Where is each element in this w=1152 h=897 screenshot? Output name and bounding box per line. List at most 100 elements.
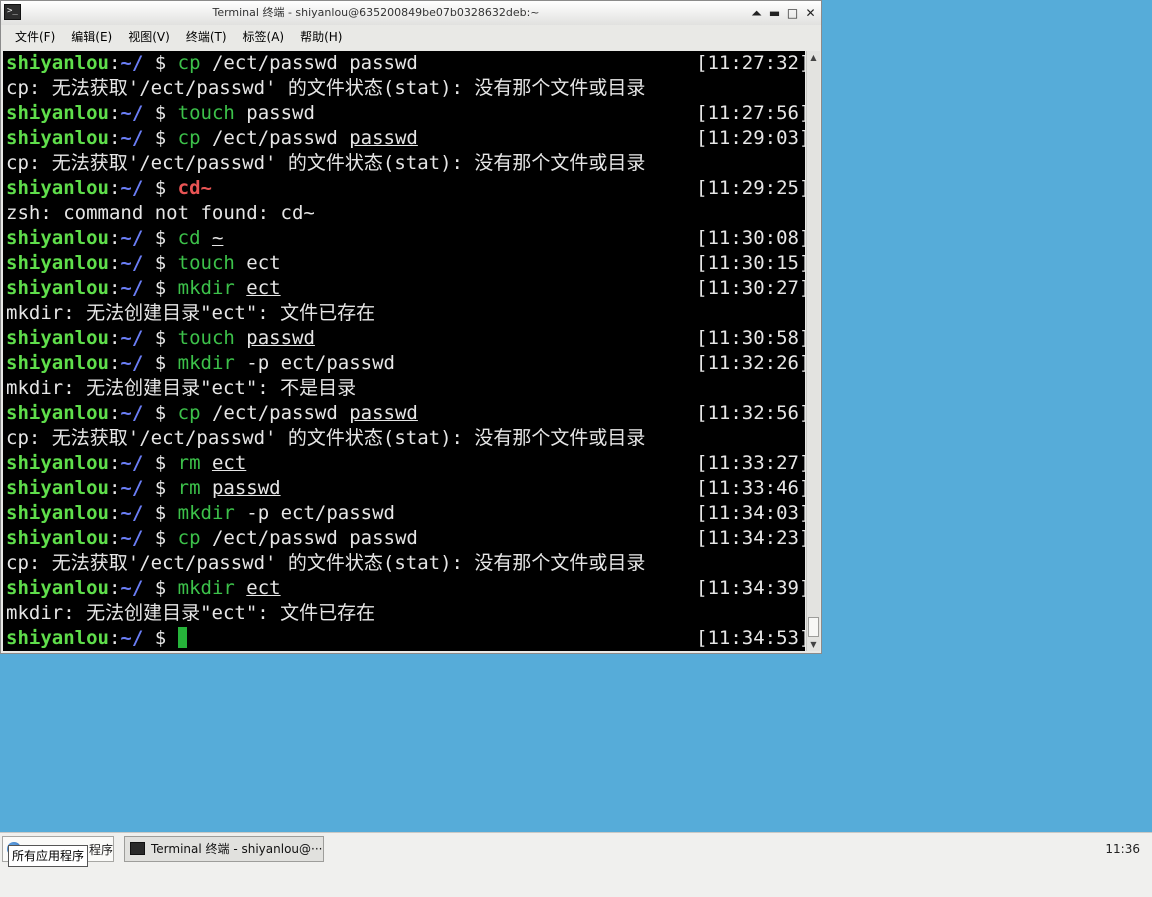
prompt-separator: : [108,527,121,549]
prompt-path: ~/ [120,627,144,649]
prompt-sign: $ [143,102,178,124]
terminal-output[interactable]: shiyanlou:~/ $ cp /ect/passwd passwd [11:… [3,51,805,651]
prompt-separator: : [108,277,121,299]
prompt-path: ~/ [120,452,144,474]
terminal-output-line: cp: 无法获取'/ect/passwd' 的文件状态(stat): 没有那个文… [3,76,805,101]
command-args: ect [234,252,281,274]
command-name: touch [177,252,235,274]
taskbar-item-terminal[interactable]: Terminal 终端 - shiyanlou@··· [124,836,324,862]
prompt-sign: $ [143,252,178,274]
command-path-arg: ect [211,452,247,474]
prompt-timestamp: [11:27:56] [696,102,805,124]
prompt-separator: : [108,52,121,74]
prompt-path: ~/ [120,527,144,549]
prompt-separator: : [108,252,121,274]
prompt-user: shiyanlou [6,402,109,424]
prompt-sign: $ [143,177,178,199]
output-text: zsh: command not found: cd~ [6,202,315,224]
prompt-timestamp: [11:30:58] [696,327,805,349]
command-name: cd~ [177,177,212,199]
maximize-button[interactable]: □ [784,4,801,22]
prompt-sign: $ [143,227,178,249]
output-text: mkdir: 无法创建目录"ect": 文件已存在 [6,602,376,624]
taskbar-item-label: Terminal 终端 - shiyanlou@··· [151,842,323,856]
terminal-prompt-line: shiyanlou:~/ $ mkdir -p ect/passwd [11:34… [3,501,805,526]
scroll-down-icon[interactable]: ▼ [807,638,820,651]
shade-button[interactable]: ⏶ [748,4,765,22]
command-name: touch [177,102,235,124]
terminal-prompt-line: shiyanlou:~/ $ cp /ect/passwd passwd [11:… [3,126,805,151]
terminal-output-line: mkdir: 无法创建目录"ect": 文件已存在 [3,601,805,626]
prompt-path: ~/ [120,327,144,349]
scrollbar-thumb[interactable] [808,617,819,637]
command-path-arg: passwd [211,477,281,499]
close-button[interactable]: ✕ [802,4,819,22]
prompt-timestamp: [11:33:46] [696,477,805,499]
prompt-separator: : [108,127,121,149]
terminal-window[interactable]: >_ Terminal 终端 - shiyanlou@635200849be07… [0,0,822,654]
applications-tooltip: 所有应用程序 [8,845,89,867]
menu-edit[interactable]: 编辑(E) [63,25,120,49]
vertical-scrollbar[interactable]: ▲ ▼ [806,51,820,651]
prompt-path: ~/ [120,577,144,599]
command-args [235,277,246,299]
taskbar-clock[interactable]: 11:36 [1105,836,1140,862]
command-args [235,327,246,349]
terminal-prompt-line: shiyanlou:~/ $ cp /ect/passwd passwd [11:… [3,526,805,551]
terminal-output-line: mkdir: 无法创建目录"ect": 文件已存在 [3,301,805,326]
command-name: mkdir [177,352,235,374]
menu-terminal[interactable]: 终端(T) [178,25,235,49]
command-args: /ect/passwd [200,402,350,424]
minimize-button[interactable]: ▬ [766,4,783,22]
command-name: cp [177,402,201,424]
prompt-timestamp: [11:29:03] [696,127,805,149]
menu-bar: 文件(F) 编辑(E) 视图(V) 终端(T) 标签(A) 帮助(H) [1,25,821,49]
prompt-separator: : [108,327,121,349]
output-text: mkdir: 无法创建目录"ect": 文件已存在 [6,302,376,324]
prompt-separator: : [108,452,121,474]
prompt-separator: : [108,177,121,199]
terminal-output-line: cp: 无法获取'/ect/passwd' 的文件状态(stat): 没有那个文… [3,551,805,576]
prompt-timestamp: [11:27:32] [696,52,805,74]
command-name: cp [177,127,201,149]
prompt-separator: : [108,227,121,249]
command-path-arg: passwd [349,127,418,149]
prompt-path: ~/ [120,177,144,199]
command-name: rm [177,452,201,474]
command-args: -p ect/passwd [234,352,395,374]
terminal-output-line: cp: 无法获取'/ect/passwd' 的文件状态(stat): 没有那个文… [3,426,805,451]
command-name: mkdir [177,277,235,299]
terminal-prompt-line: shiyanlou:~/ $ cp /ect/passwd passwd [11:… [3,51,805,76]
prompt-timestamp: [11:30:08] [696,227,805,249]
prompt-user: shiyanlou [6,227,109,249]
prompt-user: shiyanlou [6,252,109,274]
output-text: cp: 无法获取'/ect/passwd' 的文件状态(stat): 没有那个文… [6,427,646,449]
prompt-user: shiyanlou [6,527,109,549]
prompt-timestamp: [11:30:27] [696,277,805,299]
menu-help[interactable]: 帮助(H) [292,25,350,49]
prompt-timestamp: [11:29:25] [696,177,805,199]
prompt-timestamp: [11:32:56] [696,402,805,424]
output-text: mkdir: 无法创建目录"ect": 不是目录 [6,377,357,399]
window-title: Terminal 终端 - shiyanlou@635200849be07b03… [212,6,540,19]
menu-view[interactable]: 视图(V) [120,25,178,49]
menu-file[interactable]: 文件(F) [7,25,63,49]
scroll-up-icon[interactable]: ▲ [807,51,820,64]
prompt-separator: : [108,502,121,524]
prompt-user: shiyanlou [6,452,109,474]
prompt-user: shiyanlou [6,127,109,149]
prompt-sign: $ [143,52,178,74]
terminal-prompt-line: shiyanlou:~/ $ cd~ [11:29:25] [3,176,805,201]
command-name: touch [177,327,235,349]
applications-menu-label: 程序 [89,843,114,857]
prompt-user: shiyanlou [6,627,109,649]
menu-tabs[interactable]: 标签(A) [235,25,293,49]
command-path-arg: ect [246,577,281,599]
command-name: mkdir [177,577,235,599]
terminal-output-line: mkdir: 无法创建目录"ect": 不是目录 [3,376,805,401]
window-titlebar[interactable]: >_ Terminal 终端 - shiyanlou@635200849be07… [1,1,821,26]
command-args: /ect/passwd passwd [200,527,418,549]
prompt-path: ~/ [120,477,144,499]
command-args [201,227,212,249]
terminal-prompt-line: shiyanlou:~/ $ touch passwd [11:30:58] [3,326,805,351]
